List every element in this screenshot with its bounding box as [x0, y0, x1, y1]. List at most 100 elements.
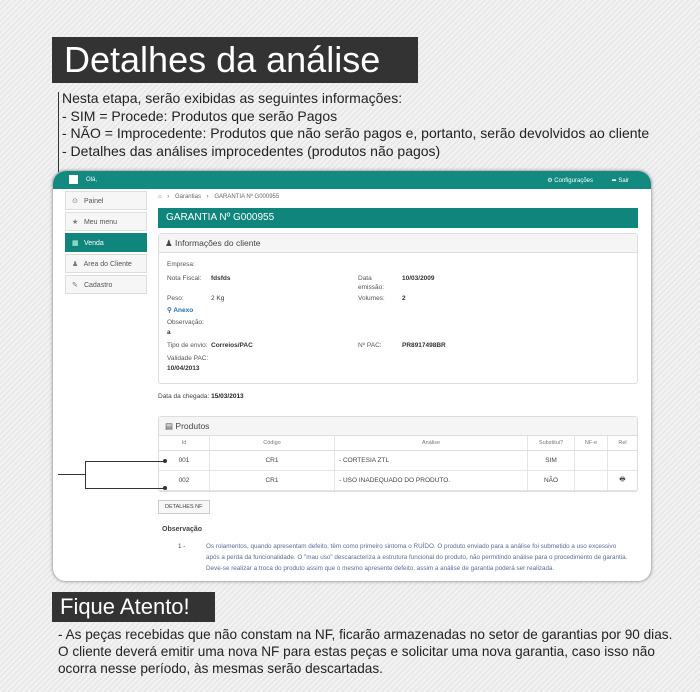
peso-value: 2 Kg	[211, 295, 225, 302]
intro-line: Nesta etapa, serão exibidas as seguintes…	[62, 90, 403, 106]
cell-rel	[607, 450, 637, 471]
obs-label: Observação:	[167, 319, 204, 326]
intro-line: - SIM = Procede: Produtos que serão Pago…	[62, 107, 338, 124]
obs-value: a	[167, 329, 171, 336]
notice-title: Fique Atento!	[52, 592, 215, 622]
observation-line: após a perda da funcionalidade. O "mau u…	[206, 554, 628, 561]
cell-codigo: CR1	[209, 470, 335, 491]
panel-title: Informações do cliente	[175, 238, 261, 248]
observation-line: Deve-se realizar a troca do produto assi…	[206, 565, 555, 572]
connector-line	[85, 488, 165, 489]
column-header: Substitui?	[527, 436, 575, 451]
sidebar-item-area-cliente[interactable]: ♟ Area do Cliente	[65, 254, 147, 273]
user-icon	[69, 175, 78, 184]
main-content: ⌂ › Garantias › GARANTIA Nº G000955 GARA…	[158, 191, 638, 574]
notice-line: O cliente deverá emitir uma nova NF para…	[58, 644, 655, 660]
observation-item: 1 - Os rolamentos, quando apresentam def…	[158, 541, 638, 574]
nf-details-button[interactable]: DETALHES NF	[158, 500, 210, 514]
connector-line	[85, 461, 86, 488]
greeting: Olá,	[86, 177, 98, 183]
chevron-right-icon: ›	[206, 194, 209, 200]
volumes-label: Volumes:	[358, 295, 385, 302]
table-row: 001 CR1 - CORTESIA ZTL SIM	[159, 450, 637, 471]
attachment-label: Anexo	[173, 307, 194, 314]
arrival-label: Data da chegada:	[158, 393, 210, 400]
sidebar-item-label: Meu menu	[83, 219, 118, 226]
data-emissao-label: Data	[358, 275, 372, 282]
column-header: Rel	[607, 436, 637, 451]
products-table: Id Código Análise Substitui? NF-e Rel 00…	[159, 436, 637, 491]
column-header: Id	[159, 436, 210, 451]
cell-nfe	[574, 450, 608, 471]
list-icon: ▤	[165, 421, 174, 431]
cart-icon: ▦	[72, 240, 79, 247]
breadcrumb-item[interactable]: Garantias	[175, 194, 201, 200]
notice-line: - As peças recebidas que não constam na …	[58, 627, 673, 642]
nf-label: Nota Fiscal:	[167, 275, 202, 282]
data-emissao-value: 10/03/2009	[402, 275, 435, 282]
cell-analise: - USO INADEQUADO DO PRODUTO.	[334, 470, 528, 491]
panel-header: ▤ Produtos	[159, 417, 637, 436]
cell-nfe	[574, 470, 608, 491]
settings-link[interactable]: ⚙ Configurações	[547, 177, 593, 184]
chevron-right-icon: ›	[167, 194, 170, 200]
sidebar-item-meu-menu[interactable]: ★ Meu menu	[65, 212, 147, 231]
cell-codigo: CR1	[209, 450, 335, 471]
pac-value: PR8917498BR	[402, 342, 446, 349]
connector-line	[58, 474, 85, 475]
notice-line: ocorra nesse período, às mesmas serão de…	[58, 661, 383, 677]
products-panel: ▤ Produtos Id Código Análise Substitui? …	[158, 416, 638, 492]
observation-title: Observação	[162, 526, 203, 533]
pac-label: Nº PAC:	[358, 342, 382, 349]
panel-title: Produtos	[175, 421, 210, 431]
arrival-value: 15/03/2013	[211, 393, 244, 400]
user-icon: ♟	[165, 238, 173, 248]
app-screenshot-frame: Olá, ⚙ Configurações ➦ Sair ⊙ Painel ★ M…	[52, 170, 652, 582]
table-row: 002 CR1 - USO INADEQUADO DO PRODUTO. NÃO…	[159, 470, 637, 491]
connector-dot	[163, 486, 167, 490]
sidebar-item-painel[interactable]: ⊙ Painel	[65, 191, 147, 210]
printer-icon[interactable]: 🖶	[619, 476, 625, 483]
sidebar-item-venda[interactable]: ▦ Venda	[65, 233, 147, 252]
nf-value: fdsfds	[211, 275, 231, 282]
empresa-label: Empresa:	[167, 261, 195, 268]
page-title: Detalhes da análise	[52, 37, 418, 83]
peso-label: Peso:	[167, 295, 184, 302]
breadcrumb: ⌂ › Garantias › GARANTIA Nº G000955	[158, 191, 638, 204]
arrival-date: Data da chegada: 15/03/2013	[158, 393, 638, 400]
column-header: Análise	[334, 436, 528, 451]
cell-rel: 🖶	[607, 470, 637, 491]
connector-line	[85, 461, 165, 462]
envio-value: Correios/PAC	[211, 342, 253, 349]
intro-text: Nesta etapa, serão exibidas as seguintes…	[62, 90, 692, 160]
validade-value: 10/04/2013	[167, 365, 200, 372]
data-emissao-label: emissão:	[358, 284, 385, 291]
attachment-link[interactable]: ⚲ Anexo	[167, 306, 193, 314]
cell-substitui: NÃO	[527, 470, 575, 491]
sidebar-item-label: Venda	[83, 240, 104, 247]
cell-analise: - CORTESIA ZTL	[334, 450, 528, 471]
warranty-banner: GARANTIA Nº G000955	[158, 208, 638, 228]
paperclip-icon: ⚲	[167, 307, 172, 314]
star-icon: ★	[72, 219, 79, 226]
sidebar-item-label: Painel	[83, 198, 104, 205]
sidebar: ⊙ Painel ★ Meu menu ▦ Venda ♟ Area do Cl…	[65, 191, 147, 296]
sidebar-item-label: Area do Cliente	[83, 261, 132, 268]
envio-label: Tipo de envio:	[167, 342, 208, 349]
column-header: NF-e	[574, 436, 608, 451]
validade-label: Validade PAC:	[167, 355, 209, 362]
volumes-value: 2	[402, 295, 406, 302]
client-info-panel: ♟ Informações do cliente Empresa: Nota F…	[158, 233, 638, 384]
notice-text: - As peças recebidas que não constam na …	[58, 626, 698, 678]
panel-header: ♟ Informações do cliente	[159, 234, 637, 253]
intro-line: - Detalhes das análises improcedentes (p…	[62, 142, 441, 159]
logout-link[interactable]: ➦ Sair	[612, 177, 629, 184]
user-icon: ♟	[72, 261, 79, 268]
sidebar-item-cadastro[interactable]: ✎ Cadastro	[65, 275, 147, 294]
cell-substitui: SIM	[527, 450, 575, 471]
breadcrumb-item: GARANTIA Nº G000955	[214, 194, 280, 200]
sidebar-item-label: Cadastro	[83, 282, 113, 289]
home-icon[interactable]: ⌂	[158, 194, 162, 200]
settings-label: Configurações	[554, 178, 593, 184]
top-bar: Olá, ⚙ Configurações ➦ Sair	[53, 171, 651, 189]
